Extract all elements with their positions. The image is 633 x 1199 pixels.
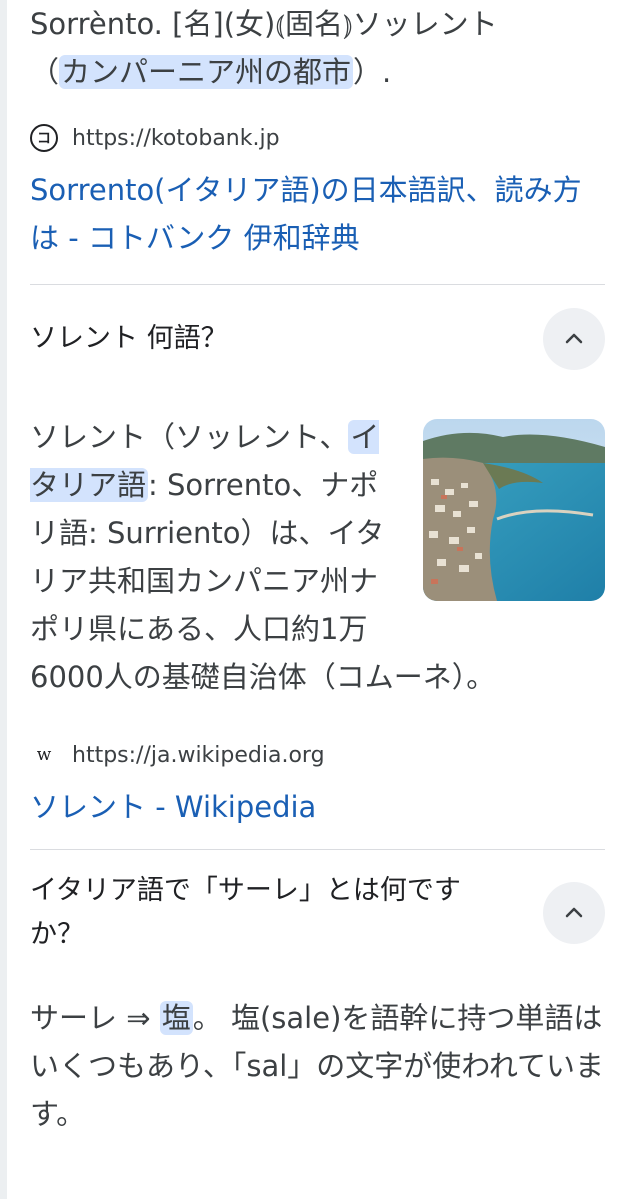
faq-question-1[interactable]: ソレント 何語？	[30, 285, 605, 393]
faq-answer-2: サーレ ⇒ 塩。 塩(sale)を語幹に持つ単語はいくつもあり、「sal」の文字…	[30, 994, 605, 1138]
answer-1-prefix: ソレント（ソッレント、	[30, 420, 349, 454]
wikipedia-result-link[interactable]: ソレント - Wikipedia	[30, 783, 605, 831]
wikipedia-favicon-icon: w	[36, 745, 52, 765]
chevron-up-icon	[565, 333, 583, 344]
answer-2-prefix: サーレ ⇒	[30, 1001, 160, 1035]
wikipedia-source[interactable]: w https://ja.wikipedia.org	[30, 735, 605, 775]
snippet-line-2: （カンパーニア州の都市）.	[30, 48, 605, 96]
faq-answer-1: ソレント（ソッレント、イタリア語: Sorrento、ナポリ語: Surrien…	[30, 413, 605, 701]
snippet-line-1: Sorrènto. [名](女)⦅固名⦆ソッレント	[30, 7, 498, 41]
snippet-prefix: （	[30, 55, 60, 89]
snippet-suffix: ）.	[353, 55, 392, 89]
wikipedia-url[interactable]: https://ja.wikipedia.org	[72, 743, 325, 768]
dictionary-snippet: Sorrènto. [名](女)⦅固名⦆ソッレント （カンパーニア州の都市）.	[30, 0, 605, 96]
chevron-up-icon	[565, 907, 583, 918]
search-results: Sorrènto. [名](女)⦅固名⦆ソッレント （カンパーニア州の都市）. …	[30, 0, 605, 1138]
faq-1-collapse-button[interactable]	[543, 308, 605, 370]
snippet-highlight: カンパーニア州の都市	[59, 55, 354, 89]
kotobank-source[interactable]: コ https://kotobank.jp	[30, 118, 605, 158]
kotobank-favicon-icon: コ	[30, 124, 58, 152]
faq-question-2-text: イタリア語で「サーレ」とは何ですか？	[30, 875, 461, 950]
answer-2-highlight: 塩	[159, 1001, 193, 1035]
sorrento-thumbnail-image[interactable]	[423, 419, 605, 601]
faq-question-1-text: ソレント 何語？	[30, 323, 228, 354]
faq-2-collapse-button[interactable]	[543, 882, 605, 944]
faq-question-2[interactable]: イタリア語で「サーレ」とは何ですか？	[30, 850, 605, 976]
kotobank-result-link[interactable]: Sorrento(イタリア語)の日本語訳、読み方は - コトバンク 伊和辞典	[30, 166, 605, 262]
left-edge-line	[0, 0, 7, 1199]
kotobank-url[interactable]: https://kotobank.jp	[72, 126, 280, 151]
